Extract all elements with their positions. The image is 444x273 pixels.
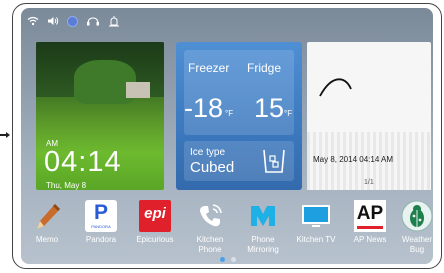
app-epicurious[interactable]: epi Epicurious xyxy=(128,200,182,245)
ice-cube-icon xyxy=(263,149,285,173)
app-label: Weather Bug xyxy=(401,235,433,254)
mirroring-icon xyxy=(251,206,275,226)
headset-icon xyxy=(87,17,99,26)
epi-icon: epi xyxy=(139,200,171,232)
freezer-temperature: -18 xyxy=(184,93,224,123)
clock-date: Thu, May 8 xyxy=(46,181,87,190)
fridge-widget[interactable]: Freezer Fridge -18 °F 15 °F Ice type Cub… xyxy=(176,42,302,190)
app-label: Epicurious xyxy=(136,235,174,244)
memo-timestamp: May 8, 2014 04:14 AM xyxy=(313,155,394,164)
home-screen: AM 04:14 Thu, May 8 Freezer Fridge -18 °… xyxy=(21,8,433,264)
memo-page-indicator: 1/1 xyxy=(364,179,374,186)
ice-type-value: Cubed xyxy=(190,159,235,176)
app-ap-news[interactable]: AP AP News xyxy=(343,200,397,245)
alarm-icon xyxy=(109,15,119,26)
temperature-panel[interactable]: Freezer Fridge -18 °F 15 °F xyxy=(184,50,294,135)
app-label: Kitchen TV xyxy=(296,235,336,244)
app-pandora[interactable]: P PANDORA Pandora xyxy=(74,200,128,245)
notification-dot-icon xyxy=(67,15,78,27)
pencil-icon xyxy=(37,204,60,229)
fridge-temperature: 15 xyxy=(254,93,285,123)
tv-icon xyxy=(302,205,330,227)
status-bar xyxy=(27,14,120,28)
page-dot-active[interactable] xyxy=(220,257,225,262)
app-kitchen-phone[interactable]: Kitchen Phone xyxy=(183,200,237,255)
freezer-label: Freezer xyxy=(188,61,230,75)
ice-type-label: Ice type xyxy=(190,147,226,158)
pandora-icon: P PANDORA xyxy=(85,200,117,232)
ap-icon: AP xyxy=(354,200,386,232)
app-label: Kitchen Phone xyxy=(196,235,224,254)
app-label: Pandora xyxy=(85,235,117,244)
left-arrow-indicator xyxy=(0,132,10,138)
app-label: AP News xyxy=(353,235,387,244)
clock-time: 04:14 xyxy=(44,146,122,178)
ice-type-panel[interactable]: Ice type Cubed xyxy=(184,141,294,181)
device-frame: AM 04:14 Thu, May 8 Freezer Fridge -18 °… xyxy=(12,3,442,269)
volume-icon xyxy=(48,17,59,25)
memo-drawing xyxy=(319,78,352,97)
memo-widget[interactable]: May 8, 2014 04:14 AM 1/1 xyxy=(307,42,431,190)
app-kitchen-tv[interactable]: Kitchen TV xyxy=(289,200,343,245)
app-dock: Memo P PANDORA Pandora epi Epicurious Ki… xyxy=(21,200,433,260)
clock-widget[interactable]: AM 04:14 Thu, May 8 xyxy=(36,42,164,190)
app-memo[interactable]: Memo xyxy=(21,200,74,245)
house-decoration xyxy=(126,82,150,98)
freezer-unit: °F xyxy=(225,109,234,118)
app-label: Phone Mirroring xyxy=(247,235,279,254)
weatherbug-icon xyxy=(401,200,433,232)
wifi-icon xyxy=(27,16,39,26)
page-indicator xyxy=(220,257,236,262)
app-label: Memo xyxy=(35,235,59,244)
fridge-label: Fridge xyxy=(247,61,282,75)
phone-icon xyxy=(200,204,222,227)
fridge-unit: °F xyxy=(284,109,293,118)
app-weather-bug[interactable]: Weather Bug xyxy=(390,200,433,255)
app-phone-mirroring[interactable]: Phone Mirroring xyxy=(236,200,290,255)
page-dot[interactable] xyxy=(231,257,236,262)
